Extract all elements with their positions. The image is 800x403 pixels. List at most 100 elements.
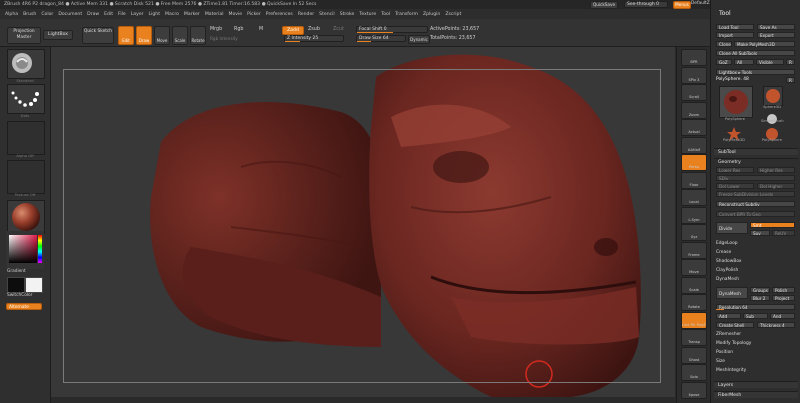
shelf-zoom-button[interactable]: Zoom <box>681 101 707 119</box>
color-picker[interactable] <box>6 231 44 269</box>
texture-selector[interactable] <box>7 160 45 194</box>
shelf-solo-button[interactable]: Solo <box>681 364 707 381</box>
load-tool-button[interactable]: Load Tool <box>716 24 754 30</box>
shelf-scale-button[interactable]: Scale <box>681 276 707 294</box>
project-toggle[interactable]: Project <box>772 295 795 301</box>
visible-button[interactable]: Visible <box>756 59 784 65</box>
shelf-scroll-button[interactable]: Scroll <box>681 84 707 101</box>
shelf-persp-button[interactable]: Persp <box>681 154 707 171</box>
dynamesh-button[interactable]: DynaMesh <box>716 287 748 299</box>
edit-button[interactable]: Edit <box>118 26 134 45</box>
menu-color[interactable]: Color <box>41 12 53 17</box>
shelf-floor-button[interactable]: Floor <box>681 171 707 189</box>
and-button[interactable]: And <box>770 313 795 319</box>
draw-size-slider[interactable]: Draw Size 64 <box>356 35 406 42</box>
main-color-swatch[interactable] <box>7 277 25 293</box>
all-button[interactable]: All <box>734 59 754 65</box>
menu-tool[interactable]: Tool <box>381 12 390 17</box>
smt-toggle[interactable]: Smt <box>750 222 795 228</box>
menu-stroke[interactable]: Stroke <box>340 12 355 17</box>
export-button[interactable]: Export <box>757 32 795 38</box>
gradient-button[interactable]: Gradient <box>7 269 26 275</box>
menu-material[interactable]: Material <box>205 12 224 17</box>
higher-res-button[interactable]: Higher Res <box>757 167 795 173</box>
menu-transform[interactable]: Transform <box>395 12 418 17</box>
clone-button[interactable]: Clone <box>716 41 732 47</box>
freeze-subdivision-button[interactable]: Freeze SubDivision Levels <box>716 191 795 197</box>
menu-zplugin[interactable]: Zplugin <box>423 12 440 17</box>
del-lower-button[interactable]: Del Lower <box>716 183 754 189</box>
shadowbox-section[interactable]: ShadowBox <box>716 259 796 264</box>
scale-button[interactable]: Scale <box>172 26 188 45</box>
focal-shift-slider[interactable]: Focal Shift 0 <box>356 26 428 33</box>
subtool-section[interactable]: SubTool <box>714 148 798 155</box>
save-as-button[interactable]: Save As <box>757 24 795 30</box>
resolution-slider[interactable]: Resolution 64 <box>716 304 795 310</box>
clone-all-subtools-button[interactable]: Clone All SubTools <box>716 50 795 56</box>
import-button[interactable]: Import <box>716 32 754 38</box>
zadd-button[interactable]: Zadd <box>282 26 304 35</box>
del-higher-button[interactable]: Del Higher <box>757 183 795 189</box>
menu-render[interactable]: Render <box>298 12 314 17</box>
menu-draw[interactable]: Draw <box>87 12 99 17</box>
menu-movie[interactable]: Movie <box>228 12 242 17</box>
shelf-actual-button[interactable]: Actual <box>681 119 707 136</box>
z-intensity-slider[interactable]: Z Intensity 25 <box>284 35 344 42</box>
brush-selector[interactable] <box>7 49 45 79</box>
meshintegrity-section[interactable]: MeshIntegrity <box>716 368 796 373</box>
draw-button[interactable]: Draw <box>136 26 152 45</box>
shelf-bpr-button[interactable]: BPR <box>681 49 707 66</box>
secondary-color-swatch[interactable] <box>25 277 43 293</box>
crease-section[interactable]: Crease <box>716 250 796 255</box>
document-canvas[interactable] <box>51 47 675 397</box>
m-button[interactable]: M <box>259 27 263 33</box>
menu-picker[interactable]: Picker <box>247 12 261 17</box>
shelf-move-button[interactable]: Move <box>681 259 707 276</box>
zsub-button[interactable]: Zsub <box>308 27 320 33</box>
zcut-button[interactable]: Zcut <box>333 27 344 33</box>
menu-zscript[interactable]: Zscript <box>445 12 461 17</box>
shelf-l-sym-button[interactable]: L.Sym <box>681 206 707 224</box>
reuv-toggle[interactable]: ReUV <box>772 230 795 236</box>
menu-light[interactable]: Light <box>149 12 160 17</box>
shelf-aahalf-button[interactable]: AAHalf <box>681 136 707 154</box>
shelf-line-fill-polyf-button[interactable]: Line Fill PolyF <box>681 311 707 329</box>
geometry-section[interactable]: Geometry <box>714 158 798 165</box>
reconstruct-subdiv-button[interactable]: Reconstruct Subdiv <box>716 201 795 207</box>
menu-stencil[interactable]: Stencil <box>319 12 335 17</box>
mrgb-button[interactable]: Mrgb <box>210 27 222 33</box>
shelf-frame-button[interactable]: Frame <box>681 241 707 259</box>
move-button[interactable]: Move <box>154 26 170 45</box>
polish-toggle[interactable]: Polish <box>772 287 795 293</box>
edgeloop-section[interactable]: EdgeLoop <box>716 241 796 246</box>
size-section[interactable]: Size <box>716 359 796 364</box>
position-section[interactable]: Position <box>716 350 796 355</box>
sub-button[interactable]: Sub <box>743 313 768 319</box>
menu-preferences[interactable]: Preferences <box>266 12 293 17</box>
rgb-button[interactable]: Rgb <box>234 27 243 33</box>
material-selector[interactable] <box>7 200 45 234</box>
tool-thumb-sphere3d[interactable] <box>763 86 783 106</box>
alternate-button[interactable]: Alternate <box>6 303 42 310</box>
menu-macro[interactable]: Macro <box>165 12 179 17</box>
sdiv-slider[interactable]: SDiv <box>716 175 795 181</box>
menu-layer[interactable]: Layer <box>131 12 144 17</box>
layers-section[interactable]: Layers <box>714 381 798 388</box>
lightbox-button[interactable]: LightBox <box>43 30 73 40</box>
convert-bpr-button[interactable]: Convert BPR To Geo <box>716 211 795 217</box>
dynamesh-section[interactable]: DynaMesh <box>716 277 796 282</box>
quick-sketch-button[interactable]: Quick Sketch <box>82 27 114 44</box>
menus-button[interactable]: Menus <box>673 1 691 9</box>
thickness-slider[interactable]: Thickness 4 <box>757 322 795 328</box>
zremesher-section[interactable]: ZRemesher <box>716 332 796 337</box>
alpha-selector[interactable] <box>7 121 45 155</box>
create-shell-button[interactable]: Create Shell <box>716 322 754 328</box>
divide-button[interactable]: Divide <box>716 222 748 234</box>
menu-texture[interactable]: Texture <box>359 12 376 17</box>
blur-slider[interactable]: Blur 2 <box>750 295 770 301</box>
suv-toggle[interactable]: Suv <box>750 230 770 236</box>
rotate-button[interactable]: Rotate <box>190 26 206 45</box>
shelf-ghost-button[interactable]: Ghost <box>681 346 707 364</box>
menu-brush[interactable]: Brush <box>23 12 36 17</box>
projection-master-button[interactable]: Projection Master <box>7 27 41 44</box>
